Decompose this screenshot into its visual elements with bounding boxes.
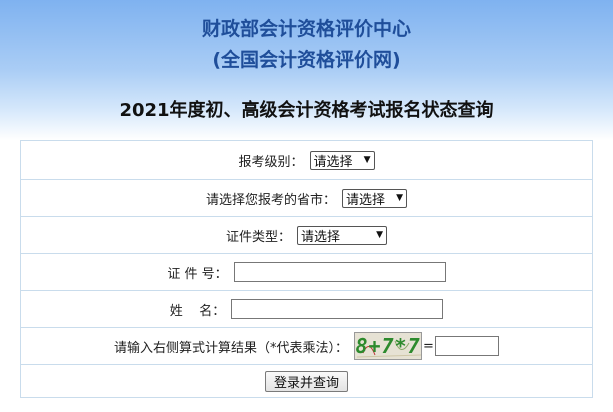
chevron-down-icon: ▼ bbox=[363, 155, 371, 165]
id-type-select-value: 请选择 bbox=[301, 229, 341, 245]
level-select[interactable]: 请选择 ▼ bbox=[309, 150, 375, 170]
id-number-row: 证 件 号： bbox=[20, 254, 593, 291]
query-form: 报考级别： 请选择 ▼ 请选择您报考的省市： 请选择 ▼ 证件类型： 请选择 ▼… bbox=[20, 140, 593, 398]
submit-row: 登录并查询 bbox=[20, 365, 593, 398]
login-query-button[interactable]: 登录并查询 bbox=[264, 370, 348, 392]
id-number-input[interactable] bbox=[233, 262, 446, 282]
page-title-sub: (全国会计资格评价网) bbox=[212, 49, 401, 71]
id-type-select[interactable]: 请选择 ▼ bbox=[297, 225, 387, 245]
id-number-label: 证 件 号： bbox=[167, 266, 228, 282]
id-type-row: 证件类型： 请选择 ▼ bbox=[20, 217, 593, 254]
captcha-image[interactable]: 8+7*7 bbox=[354, 332, 423, 360]
captcha-answer-input[interactable] bbox=[434, 336, 499, 356]
page-header: 财政部会计资格评价中心 (全国会计资格评价网) 2021年度初、高级会计资格考试… bbox=[0, 0, 613, 140]
province-label: 请选择您报考的省市： bbox=[205, 192, 336, 208]
province-row: 请选择您报考的省市： 请选择 ▼ bbox=[20, 180, 593, 217]
equals-sign: = bbox=[423, 338, 434, 354]
captcha-row: 请输入右侧算式计算结果（*代表乘法）： 8+7*7 = bbox=[20, 328, 593, 365]
name-input[interactable] bbox=[231, 299, 444, 319]
chevron-down-icon: ▼ bbox=[396, 193, 403, 203]
chevron-down-icon: ▼ bbox=[376, 230, 383, 240]
captcha-expression: 8+7*7 bbox=[355, 334, 421, 358]
name-label: 姓 名： bbox=[169, 303, 226, 319]
page-title: 财政部会计资格评价中心 bbox=[201, 18, 411, 40]
level-select-value: 请选择 bbox=[313, 154, 353, 170]
level-label: 报考级别： bbox=[238, 154, 304, 170]
province-select-value: 请选择 bbox=[346, 192, 386, 208]
id-type-label: 证件类型： bbox=[225, 229, 291, 245]
name-row: 姓 名： bbox=[20, 291, 593, 328]
captcha-label: 请输入右侧算式计算结果（*代表乘法）： bbox=[114, 340, 349, 356]
province-select[interactable]: 请选择 ▼ bbox=[342, 188, 407, 208]
query-heading: 2021年度初、高级会计资格考试报名状态查询 bbox=[119, 100, 494, 121]
level-row: 报考级别： 请选择 ▼ bbox=[20, 140, 593, 180]
